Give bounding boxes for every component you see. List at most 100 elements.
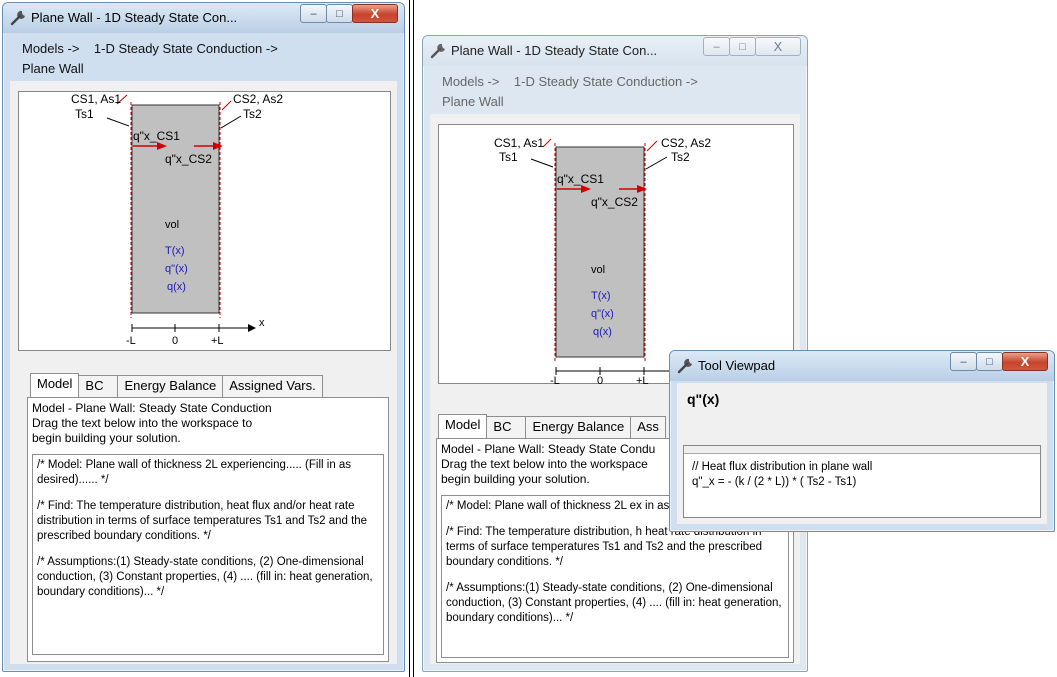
left-title-bar[interactable]: Plane Wall - 1D Steady State Con... – □ … <box>3 3 404 33</box>
cs2-leader-line <box>221 100 232 111</box>
qx-cs1-label: q"x_CS1 <box>133 129 180 143</box>
breadcrumb-path: Models -> 1-D Steady State Conduction -> <box>22 41 278 56</box>
minimize-icon: – <box>310 7 317 20</box>
cs1-leader-line <box>542 138 552 148</box>
tool-icon <box>430 43 445 59</box>
tab-model[interactable]: Model <box>438 414 488 438</box>
assumptions-comment: /* Assumptions:(1) Steady-state conditio… <box>37 556 373 598</box>
cs1-label: CS1, As1 <box>494 136 544 150</box>
axis-zero-label: 0 <box>172 335 178 347</box>
panel-divider-left <box>409 0 410 677</box>
ts2-label: Ts2 <box>243 107 262 121</box>
ts2-leader-line <box>645 156 668 170</box>
tab-bc[interactable]: BC <box>486 416 527 438</box>
tab-assigned-vars[interactable]: Ass <box>630 416 666 438</box>
qx-cs2-label: q"x_CS2 <box>591 195 638 209</box>
tab-energy-balance[interactable]: Energy Balance <box>117 375 224 397</box>
temperature-variable: T(x) <box>165 245 185 257</box>
ts1-leader-line <box>530 158 554 168</box>
right-tab-strip: Model BC Energy Balance Ass <box>438 414 666 438</box>
cs2-leader-line <box>646 140 658 152</box>
tool-viewpad-window: Tool Viewpad – □ X q"(x) // Heat flux di… <box>669 350 1055 532</box>
heat-rate-variable: q(x) <box>593 326 612 338</box>
minimize-button[interactable]: – <box>300 4 327 23</box>
vol-label: vol <box>165 219 179 231</box>
maximize-button[interactable]: □ <box>326 4 353 23</box>
tool-icon <box>677 358 692 374</box>
close-button[interactable]: X <box>755 37 801 56</box>
breadcrumb-current: Plane Wall <box>442 94 504 109</box>
viewpad-heading: q"(x) <box>687 391 720 407</box>
qx-cs2-label: q"x_CS2 <box>165 152 212 166</box>
axis-x-label: x <box>259 317 265 329</box>
cs2-label: CS2, As2 <box>661 136 711 150</box>
axis-pos-l-label: +L <box>211 335 224 347</box>
tool-icon <box>10 10 25 26</box>
ts2-leader-line <box>220 115 242 129</box>
close-button[interactable]: X <box>352 4 398 23</box>
minimize-icon: – <box>960 355 967 368</box>
plane-wall-diagram[interactable]: CS1, As1 Ts1 CS2, As2 Ts2 q"x_CS1 q"x_CS… <box>18 91 391 351</box>
left-model-tab-pane: Model - Plane Wall: Steady State Conduct… <box>27 397 389 662</box>
left-client-area: Models -> 1-D Steady State Conduction ->… <box>10 33 397 664</box>
cs1-label: CS1, As1 <box>71 92 121 106</box>
tab-assigned-vars[interactable]: Assigned Vars. <box>222 375 323 397</box>
pane-instruction-2: begin building your solution. <box>32 431 181 445</box>
minimize-icon: – <box>713 40 720 53</box>
model-template-text[interactable]: /* Model: Plane wall of thickness 2L exp… <box>32 454 384 655</box>
window-title: Plane Wall - 1D Steady State Con... <box>451 43 658 58</box>
x-axis-arrowhead <box>248 324 256 332</box>
ts1-leader-line <box>106 117 130 127</box>
find-comment: /* Find: The temperature distribution, h… <box>37 500 368 542</box>
cs2-label: CS2, As2 <box>233 92 283 106</box>
temperature-variable: T(x) <box>591 290 611 302</box>
equation-text: q"_x = - (k / (2 * L)) * ( Ts2 - Ts1) <box>692 476 857 488</box>
close-button[interactable]: X <box>1002 352 1048 371</box>
close-icon: X <box>773 39 783 54</box>
window-title: Plane Wall - 1D Steady State Con... <box>31 10 238 25</box>
model-comment: /* Model: Plane wall of thickness 2L exp… <box>37 459 352 486</box>
pane-instruction-1: Drag the text below into the workspace t… <box>32 416 253 430</box>
ts1-label: Ts1 <box>499 150 518 164</box>
diagram-canvas: CS1, As1 Ts1 CS2, As2 Ts2 q"x_CS1 q"x_CS… <box>71 92 283 347</box>
window-title: Tool Viewpad <box>698 358 776 373</box>
heat-rate-variable: q(x) <box>167 281 186 293</box>
heat-flux-variable: q"(x) <box>165 263 188 275</box>
vol-label: vol <box>591 264 605 276</box>
breadcrumb: Models -> 1-D Steady State Conduction ->… <box>430 66 800 114</box>
ts1-label: Ts1 <box>75 107 94 121</box>
viewpad-title-bar[interactable]: Tool Viewpad – □ X <box>670 351 1054 381</box>
maximize-icon: □ <box>986 355 993 368</box>
right-title-bar[interactable]: Plane Wall - 1D Steady State Con... – □ … <box>423 36 807 66</box>
tab-model[interactable]: Model <box>30 373 80 397</box>
breadcrumb: Models -> 1-D Steady State Conduction ->… <box>10 33 397 81</box>
viewpad-ruler <box>684 446 1040 454</box>
window-controls: – □ X <box>300 4 398 24</box>
minimize-button[interactable]: – <box>703 37 730 56</box>
maximize-button[interactable]: □ <box>976 352 1003 371</box>
plane-wall-diagram[interactable]: CS1, As1 Ts1 CS2, As2 Ts2 q"x_CS1 q"x_CS… <box>438 124 794 385</box>
close-icon: X <box>1020 354 1030 369</box>
window-controls: – □ X <box>703 37 801 57</box>
axis-pos-l-label: +L <box>636 375 649 385</box>
viewpad-header: q"(x) <box>677 383 1047 435</box>
viewpad-client-area: q"(x) // Heat flux distribution in plane… <box>677 383 1047 524</box>
viewpad-equation-area[interactable]: // Heat flux distribution in plane wall … <box>683 445 1041 518</box>
axis-zero-label: 0 <box>597 375 603 385</box>
tab-energy-balance[interactable]: Energy Balance <box>525 416 632 438</box>
left-plane-wall-window: Plane Wall - 1D Steady State Con... – □ … <box>2 2 405 672</box>
close-icon: X <box>370 6 380 21</box>
axis-neg-l-label: -L <box>126 335 136 347</box>
tab-bc[interactable]: BC <box>78 375 119 397</box>
maximize-button[interactable]: □ <box>729 37 756 56</box>
panel-divider-right <box>413 0 414 677</box>
minimize-button[interactable]: – <box>950 352 977 371</box>
maximize-icon: □ <box>336 7 343 20</box>
breadcrumb-current: Plane Wall <box>22 61 84 76</box>
heat-flux-variable: q"(x) <box>591 308 614 320</box>
left-tab-strip: Model BC Energy Balance Assigned Vars. <box>30 373 323 397</box>
axis-neg-l-label: -L <box>550 375 560 385</box>
pane-title: Model - Plane Wall: Steady State Conduct… <box>32 401 272 415</box>
model-instructions: Model - Plane Wall: Steady State Conduct… <box>28 398 388 449</box>
maximize-icon: □ <box>739 40 746 53</box>
